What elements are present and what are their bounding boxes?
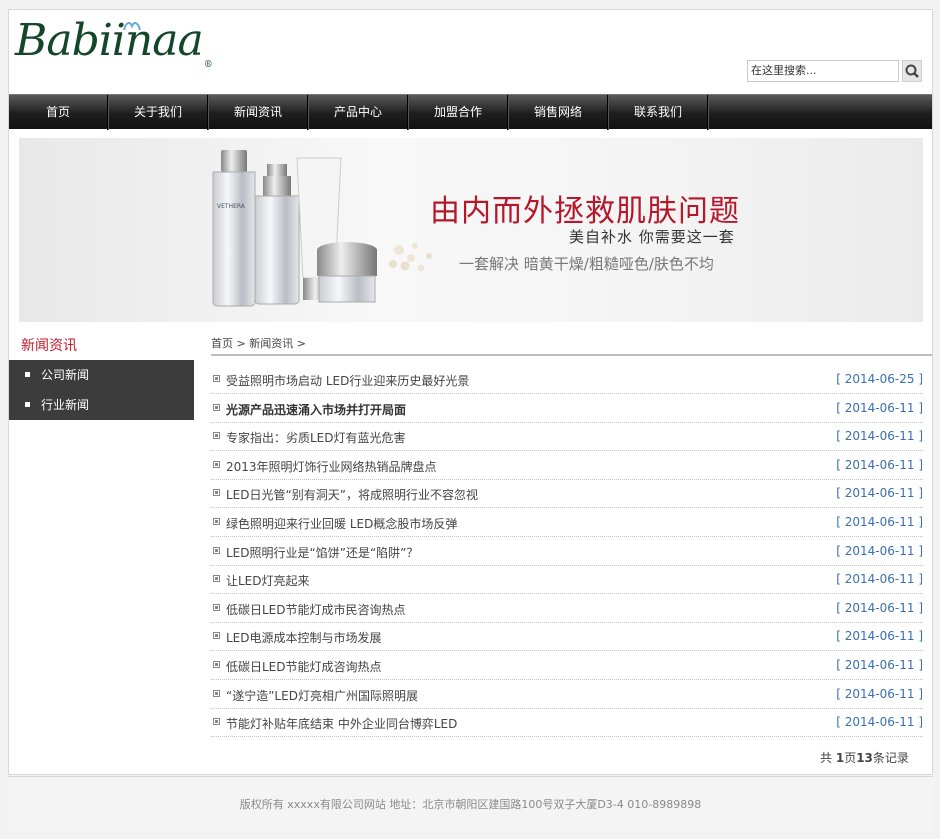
news-date: [ 2014-06-11 ]: [836, 515, 923, 529]
nav-item-products[interactable]: 产品中心: [309, 95, 408, 130]
news-date: [ 2014-06-11 ]: [836, 457, 923, 472]
banner-subtitle: 美自补水 你需要这一套: [569, 228, 735, 246]
brand-logo[interactable]: Babiinaa®: [15, 15, 213, 71]
footer: 版权所有 xxxxx有限公司网站 地址：北京市朝阳区建国路100号双子大厦D3-…: [8, 776, 933, 832]
square-bullet-icon: [213, 632, 220, 640]
news-title-link[interactable]: LED照明行业是“馅饼”还是“陷阱”？: [226, 544, 418, 561]
news-date: [ 2014-06-11 ]: [836, 486, 923, 501]
breadcrumb-separator: >: [233, 337, 250, 350]
news-date: [ 2014-06-25 ]: [836, 372, 923, 386]
news-item[interactable]: 低碳日LED节能灯成咨询热点 [ 2014-06-11 ]: [211, 652, 923, 680]
square-bullet-icon: [213, 718, 220, 726]
pagination-info: 共 1页13条记录: [820, 749, 909, 766]
square-bullet-icon: [213, 432, 220, 440]
nav-item-home[interactable]: 首页: [9, 95, 108, 130]
news-title-link[interactable]: 低碳日LED节能灯成市民咨询热点: [226, 601, 406, 618]
footer-copyright: 版权所有 xxxxx有限公司网站 地址：北京市朝阳区建国路100号双子大厦D3-…: [239, 798, 702, 811]
news-title-link[interactable]: 绿色照明迎来行业回暖 LED概念股市场反弹: [226, 515, 457, 532]
list-divider: [211, 354, 932, 356]
news-title-link[interactable]: LED日光管“别有洞天”，将成照明行业不容忽视: [226, 486, 478, 503]
news-item[interactable]: 让LED灯亮起来 [ 2014-06-11 ]: [211, 566, 923, 595]
news-date: [ 2014-06-11 ]: [836, 400, 923, 415]
sidebar-item-company-news[interactable]: 公司新闻: [9, 360, 194, 390]
news-item[interactable]: 低碳日LED节能灯成市民咨询热点 [ 2014-06-11 ]: [211, 595, 923, 623]
square-bullet-icon: [213, 518, 220, 525]
pager-page-unit: 页: [844, 751, 857, 765]
leaf-icon: [123, 21, 141, 31]
news-title-link[interactable]: 2013年照明灯饰行业网络热销品牌盘点: [226, 458, 437, 475]
square-bullet-icon: [213, 661, 220, 668]
page-container: Babiinaa® 在这里搜索... 首页 关于我们 新闻资讯 产品中心 加盟合…: [8, 9, 933, 775]
square-bullet-icon: [213, 489, 220, 497]
news-item[interactable]: LED电源成本控制与市场发展 [ 2014-06-11 ]: [211, 623, 923, 652]
nav-item-news[interactable]: 新闻资讯: [209, 95, 308, 130]
breadcrumb: 首页 > 新闻资讯 >: [211, 335, 306, 351]
pager-prefix: 共: [820, 751, 836, 765]
news-item[interactable]: 专家指出：劣质LED灯有蓝光危害 [ 2014-06-11 ]: [211, 423, 923, 452]
news-title-link[interactable]: 受益照明市场启动 LED行业迎来历史最好光景: [226, 372, 469, 389]
news-item[interactable]: LED照明行业是“馅饼”还是“陷阱”？ [ 2014-06-11 ]: [211, 538, 923, 566]
nav-item-franchise[interactable]: 加盟合作: [409, 95, 508, 130]
nav-item-contact[interactable]: 联系我们: [609, 95, 708, 130]
news-item[interactable]: 节能灯补贴年底结束 中外企业同台博弈LED [ 2014-06-11 ]: [211, 709, 923, 738]
magnifier-icon: [905, 64, 919, 78]
pager-page-count: 1: [835, 751, 845, 765]
hero-banner[interactable]: VETHERA 由内而外拯救肌肤问题 美自补水 你需要这一套 一套解决 暗黄干燥…: [19, 138, 923, 322]
news-date: [ 2014-06-11 ]: [836, 715, 923, 730]
news-title-link[interactable]: 光源产品迅速涌入市场并打开局面: [226, 401, 406, 418]
square-bullet-icon: [213, 603, 220, 611]
square-bullet-icon: [213, 575, 220, 583]
sidebar-title: 新闻资讯: [21, 338, 77, 354]
breadcrumb-home-link[interactable]: 首页: [211, 337, 233, 350]
main-nav: 首页 关于我们 新闻资讯 产品中心 加盟合作 销售网络 联系我们: [9, 94, 932, 130]
news-item[interactable]: LED日光管“别有洞天”，将成照明行业不容忽视 [ 2014-06-11 ]: [211, 480, 923, 509]
logo-text: Babiinaa: [15, 15, 204, 66]
nav-item-about[interactable]: 关于我们: [109, 95, 208, 130]
square-bullet-icon: [213, 375, 220, 382]
news-title-link[interactable]: “遂宁造”LED灯亮相广州国际照明展: [226, 687, 418, 704]
news-date: [ 2014-06-11 ]: [836, 543, 923, 558]
news-item[interactable]: 光源产品迅速涌入市场并打开局面 [ 2014-06-11 ]: [211, 395, 923, 423]
search-input[interactable]: 在这里搜索...: [747, 60, 899, 82]
registered-mark: ®: [203, 60, 213, 70]
news-item[interactable]: 受益照明市场启动 LED行业迎来历史最好光景 [ 2014-06-25 ]: [211, 366, 923, 394]
news-title-link[interactable]: 低碳日LED节能灯成咨询热点: [226, 658, 382, 675]
news-date: [ 2014-06-11 ]: [836, 600, 923, 615]
banner-title: 由内而外拯救肌肤问题: [430, 194, 740, 229]
news-item[interactable]: 绿色照明迎来行业回暖 LED概念股市场反弹 [ 2014-06-11 ]: [211, 509, 923, 537]
breadcrumb-separator: >: [293, 337, 306, 350]
square-bullet-icon: [213, 403, 220, 411]
news-title-link[interactable]: 让LED灯亮起来: [226, 572, 310, 589]
sidebar-item-industry-news[interactable]: 行业新闻: [9, 390, 194, 420]
pager-suffix: 条记录: [872, 751, 909, 765]
square-bullet-icon: [213, 689, 220, 697]
news-item[interactable]: 2013年照明灯饰行业网络热销品牌盘点 [ 2014-06-11 ]: [211, 452, 923, 480]
breadcrumb-section-link[interactable]: 新闻资讯: [249, 337, 293, 350]
pager-record-count: 13: [856, 751, 873, 765]
news-date: [ 2014-06-11 ]: [836, 658, 923, 672]
banner-tagline: 一套解决 暗黄干燥/粗糙哑色/肤色不均: [459, 255, 714, 273]
square-bullet-icon: [213, 460, 220, 468]
search-button[interactable]: [902, 60, 922, 82]
product-label: VETHERA: [217, 203, 246, 210]
news-date: [ 2014-06-11 ]: [836, 686, 923, 701]
news-date: [ 2014-06-11 ]: [836, 629, 923, 644]
news-title-link[interactable]: LED电源成本控制与市场发展: [226, 629, 382, 646]
news-date: [ 2014-06-11 ]: [836, 572, 923, 587]
square-bullet-icon: [213, 546, 220, 554]
news-title-link[interactable]: 节能灯补贴年底结束 中外企业同台博弈LED: [226, 715, 457, 732]
news-item[interactable]: “遂宁造”LED灯亮相广州国际照明展 [ 2014-06-11 ]: [211, 681, 923, 709]
news-title-link[interactable]: 专家指出：劣质LED灯有蓝光危害: [226, 429, 406, 446]
product-bottles-image: VETHERA: [212, 150, 432, 307]
nav-item-sales-network[interactable]: 销售网络: [509, 95, 608, 130]
news-date: [ 2014-06-11 ]: [836, 429, 923, 444]
